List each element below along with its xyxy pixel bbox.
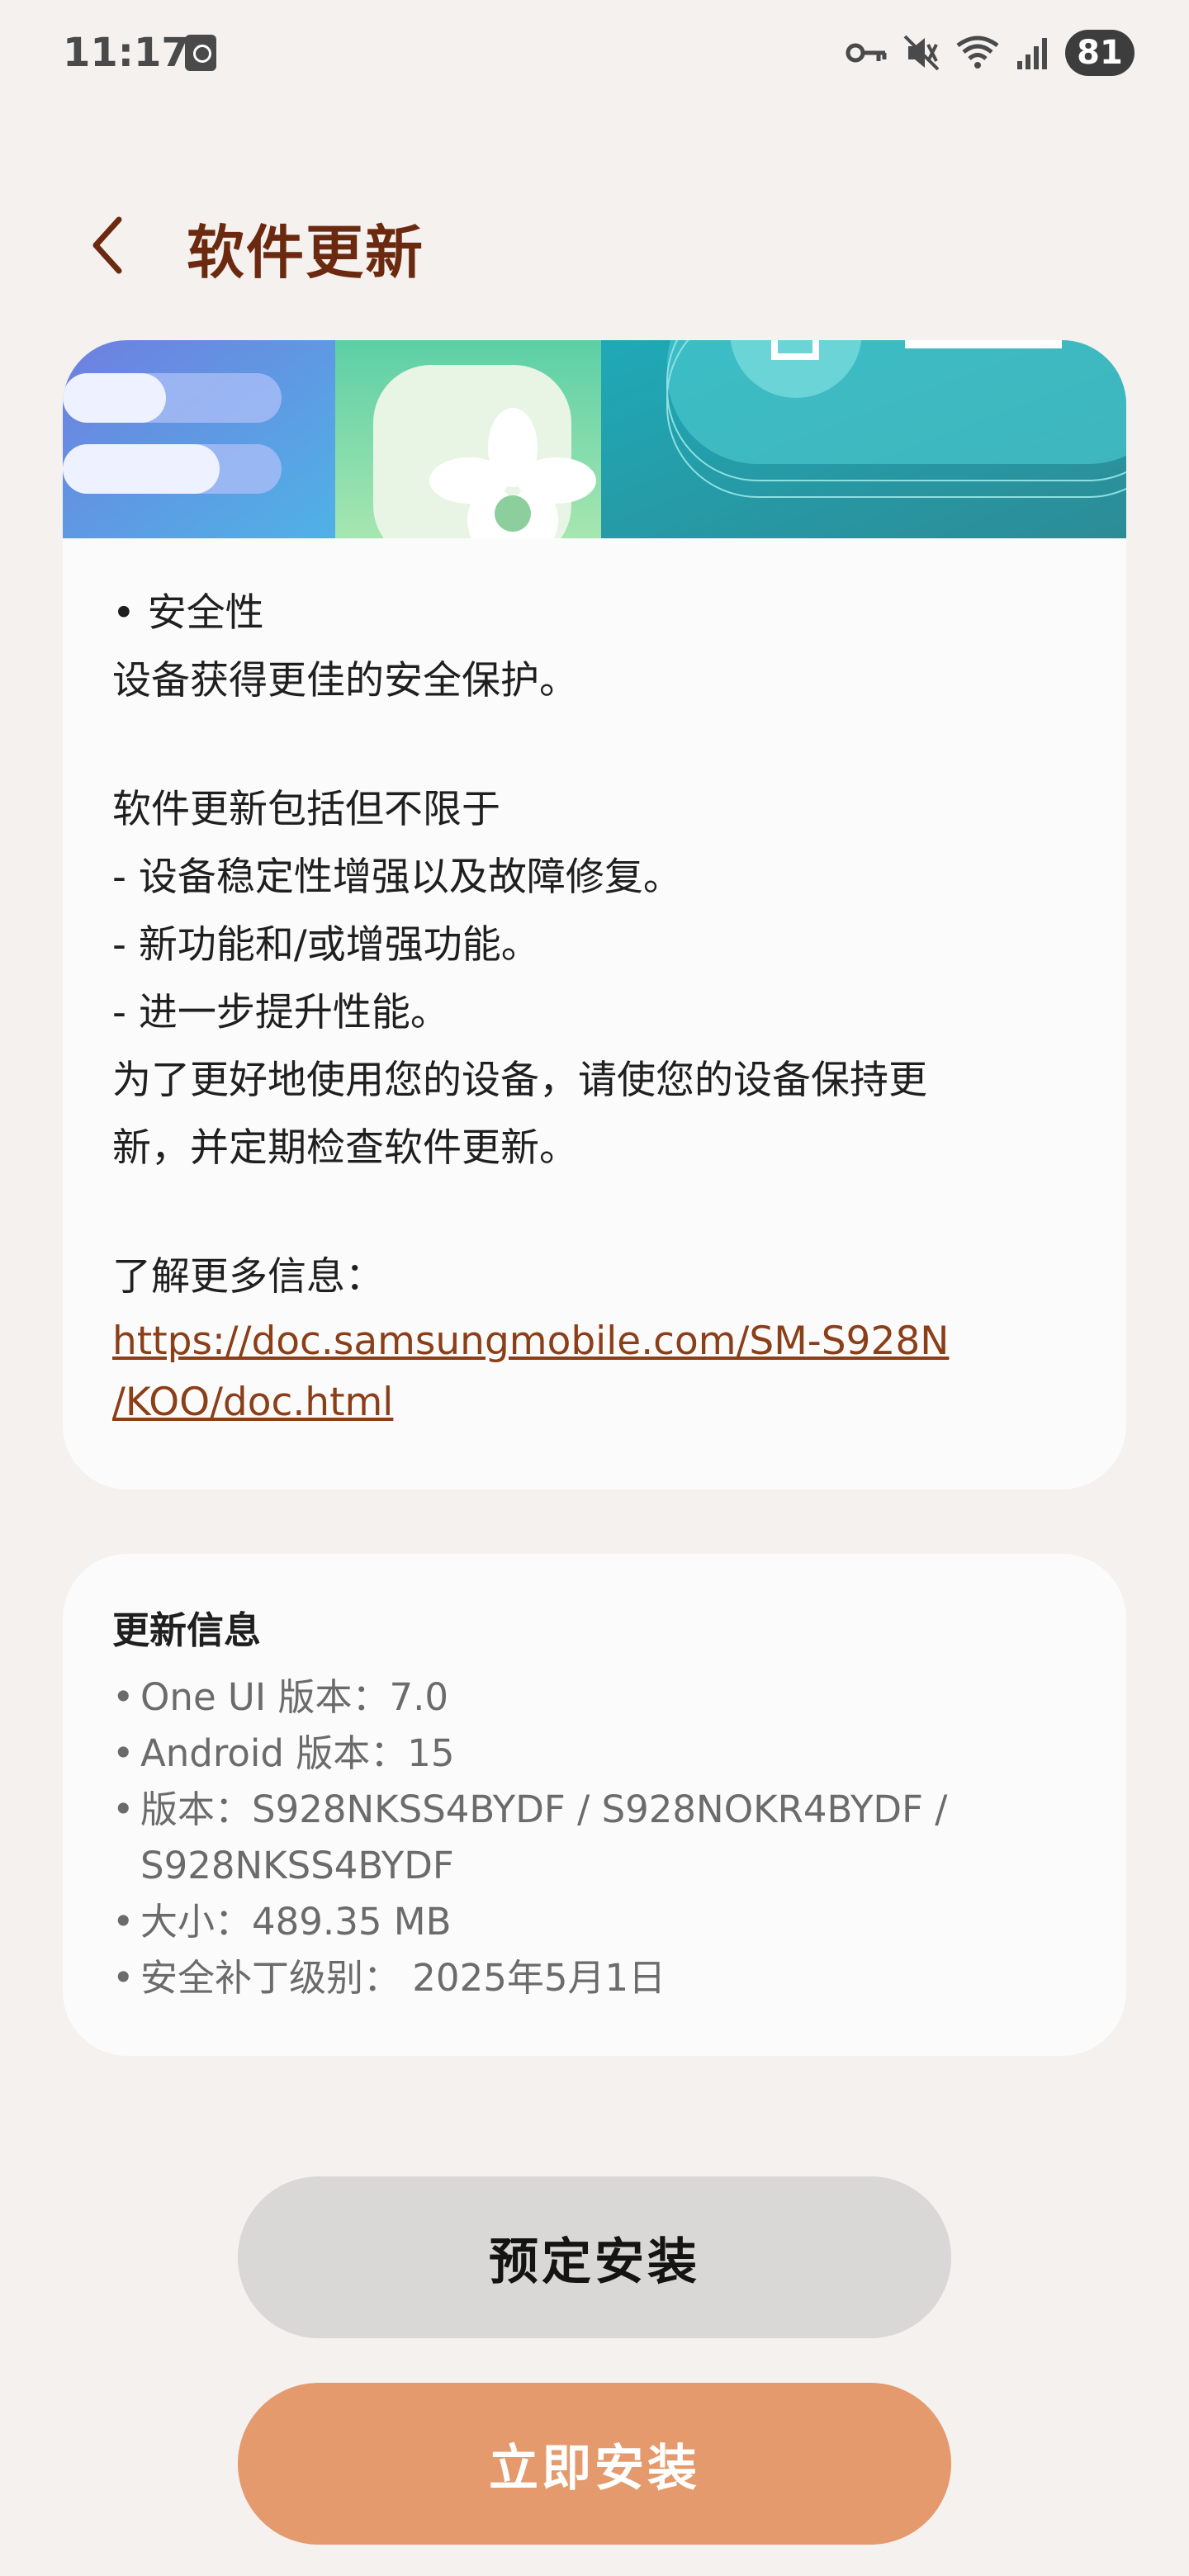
notes-line: - 设备稳定性增强以及故障修复。 (112, 855, 682, 900)
notes-line: - 进一步提升性能。 (112, 990, 449, 1035)
documentation-link[interactable]: https://doc.samsungmobile.com/SM-S928N /… (112, 1311, 1087, 1433)
notes-line: 软件更新包括但不限于 (112, 787, 500, 832)
clock-app-icon (185, 35, 216, 71)
notes-line: 为了更好地使用您的设备，请使您的设备保持更 (112, 1058, 927, 1103)
notes-line: - 新功能和/或增强功能。 (112, 922, 540, 968)
list-item: • 安全补丁级别： 2025年5月1日 (112, 1950, 1087, 2006)
list-item: • Android 版本：15 (112, 1726, 1087, 1782)
wifi-icon (955, 34, 1001, 72)
one-ui-version: One UI 版本：7.0 (140, 1675, 449, 1719)
update-size: 大小：489.35 MB (140, 1900, 452, 1944)
notes-line: • 安全性 (112, 590, 264, 636)
bullet-dot: • (112, 1900, 135, 1944)
mute-icon (903, 33, 940, 73)
status-time: 11:17 (63, 30, 189, 76)
schedule-install-button[interactable]: 预定安装 (238, 2176, 951, 2338)
release-notes-text: • 安全性 设备获得更佳的安全保护。 软件更新包括但不限于 - 设备稳定性增强以… (112, 580, 1087, 1433)
list-item: • One UI 版本：7.0 (112, 1669, 1087, 1726)
vpn-key-icon (846, 38, 888, 68)
notes-line: 新，并定期检查软件更新。 (112, 1125, 578, 1171)
update-info-title: 更新信息 (112, 1608, 262, 1652)
bullet-dot: • (112, 1788, 135, 1831)
update-banner-image (63, 340, 1126, 538)
build-version: 版本：S928NKSS4BYDF / S928NOKR4BYDF / S928N… (140, 1788, 948, 1887)
update-info-card: 更新信息 • One UI 版本：7.0 • Android 版本：15 • 版本：S… (63, 1554, 1126, 2056)
install-now-button[interactable]: 立即安装 (238, 2383, 951, 2545)
battery-indicator: 81 (1065, 30, 1135, 76)
notes-line: 设备获得更佳的安全保护。 (112, 658, 578, 703)
bullet-dot: • (112, 1956, 135, 2000)
bullet-dot: • (112, 1731, 135, 1775)
update-info-list: • One UI 版本：7.0 • Android 版本：15 • 版本：S928NK… (112, 1669, 1087, 2006)
chevron-left-icon[interactable] (83, 208, 132, 282)
status-bar: 11:17 81 (0, 0, 1189, 107)
bullet-dot: • (112, 1675, 135, 1719)
list-item: • 大小：489.35 MB (112, 1894, 1087, 1950)
signal-icon (1016, 35, 1050, 71)
notes-blank-line (112, 1182, 1087, 1243)
list-item: • 版本：S928NKSS4BYDF / S928NOKR4BYDF / S928… (112, 1782, 1087, 1894)
notes-line: 了解更多信息： (112, 1254, 384, 1300)
android-version: Android 版本：15 (140, 1731, 455, 1775)
status-icons: 81 (846, 28, 1135, 78)
page-title: 软件更新 (187, 219, 424, 286)
notes-blank-line (112, 715, 1087, 776)
link-text-line1[interactable]: https://doc.samsungmobile.com/SM-S928N (112, 1319, 949, 1364)
link-text-line2[interactable]: /KOO/doc.html (112, 1380, 393, 1425)
security-patch-level: 安全补丁级别： 2025年5月1日 (140, 1956, 666, 2000)
release-notes-card: • 安全性 设备获得更佳的安全保护。 软件更新包括但不限于 - 设备稳定性增强以… (63, 340, 1126, 1489)
